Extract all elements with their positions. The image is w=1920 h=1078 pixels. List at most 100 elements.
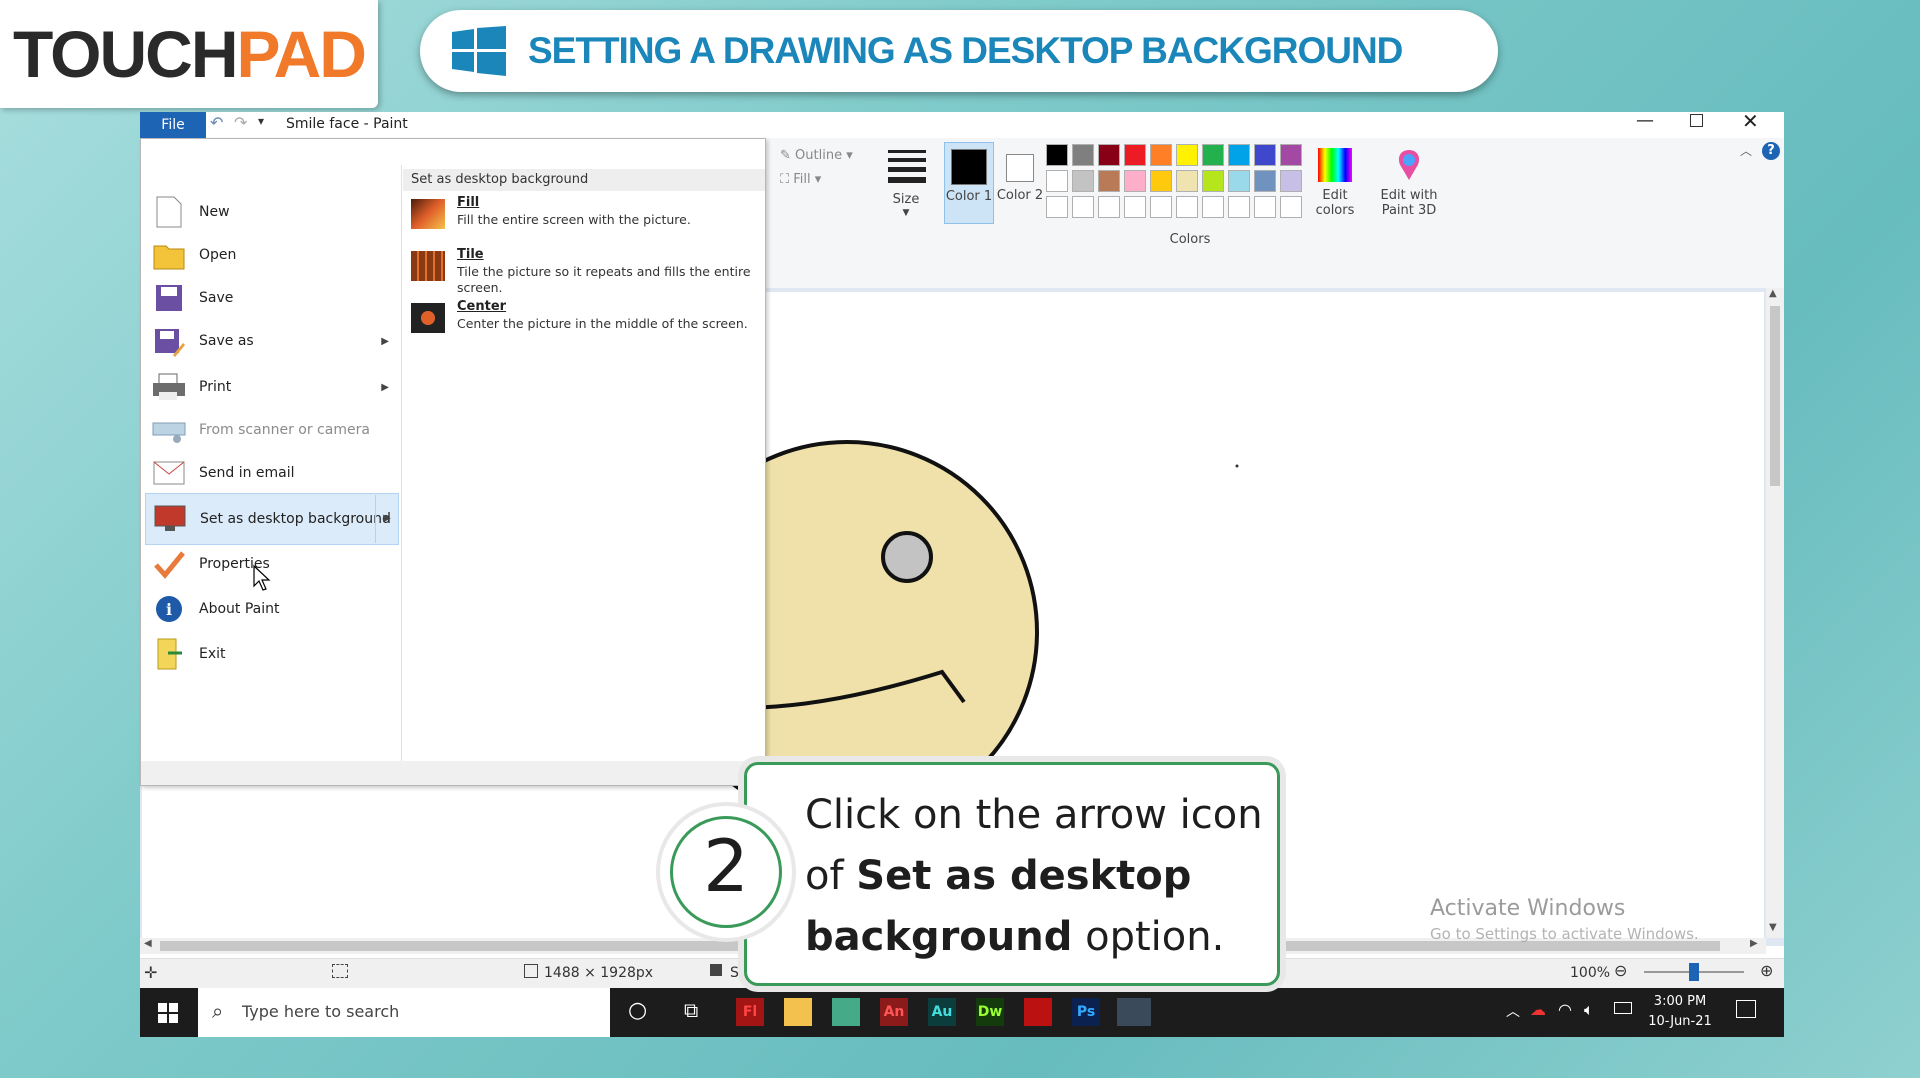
clock-time: 3:00 PM (1653, 994, 1707, 1009)
color2-button[interactable]: Color 2 (996, 142, 1044, 222)
zoom-in-icon[interactable]: ⊕ (1760, 961, 1773, 980)
palette-swatch[interactable] (1202, 170, 1224, 192)
taskbar-app-icon[interactable]: Fl (736, 998, 764, 1026)
vertical-scrollbar[interactable]: ▲ ▼ (1766, 288, 1784, 938)
edit-paint3d-button[interactable]: Edit with Paint 3D (1376, 142, 1442, 222)
desktop-background-option-tile[interactable]: Tile Tile the picture so it repeats and f… (411, 247, 751, 296)
file-menu-item-label: Save (199, 290, 234, 306)
palette-swatch[interactable] (1124, 170, 1146, 192)
volume-icon[interactable]: 🔈︎ (1584, 1000, 1594, 1020)
undo-icon[interactable]: ↶ (210, 113, 223, 132)
scroll-down-icon[interactable]: ▼ (1769, 922, 1777, 933)
option-title: Center (457, 299, 507, 314)
file-menu-footer (141, 761, 765, 785)
palette-swatch[interactable] (1228, 144, 1250, 166)
palette-custom-swatch[interactable] (1098, 196, 1120, 218)
option-description: Fill the entire screen with the picture. (457, 212, 691, 227)
palette-custom-swatch[interactable] (1046, 196, 1068, 218)
zoom-slider-thumb[interactable] (1689, 963, 1699, 981)
cortana-icon[interactable]: ○ (628, 998, 647, 1023)
palette-swatch[interactable] (1098, 144, 1120, 166)
fill-dropdown[interactable]: ⛶ Fill ▾ (780, 172, 821, 187)
palette-swatch[interactable] (1228, 170, 1250, 192)
color1-button[interactable]: Color 1 (944, 142, 994, 224)
palette-swatch[interactable] (1072, 144, 1094, 166)
palette-swatch[interactable] (1072, 170, 1094, 192)
edit-colors-button[interactable]: Edit colors (1310, 142, 1360, 222)
palette-custom-swatch[interactable] (1176, 196, 1198, 218)
palette-swatch[interactable] (1176, 170, 1198, 192)
taskbar-app-icon[interactable] (1024, 998, 1052, 1026)
collapse-ribbon-icon[interactable]: ︿ (1740, 142, 1752, 159)
palette-swatch[interactable] (1202, 144, 1224, 166)
palette-custom-swatch[interactable] (1072, 196, 1094, 218)
taskbar-app-icon[interactable] (1117, 998, 1151, 1026)
battery-icon[interactable] (1614, 1002, 1632, 1014)
palette-custom-swatch[interactable] (1124, 196, 1146, 218)
file-menu-item-exit[interactable]: Exit (145, 629, 397, 679)
taskbar-search-box[interactable]: ⌕ Type here to search (198, 988, 610, 1037)
outline-dropdown[interactable]: ✎ Outline ▾ (780, 148, 853, 163)
desktop-background-option-fill[interactable]: Fill Fill the entire screen with the pict… (411, 195, 751, 229)
scanner-icon (149, 410, 189, 450)
taskbar-app-icon[interactable] (784, 998, 812, 1026)
palette-swatch[interactable] (1280, 144, 1302, 166)
palette-swatch[interactable] (1046, 144, 1068, 166)
size-button[interactable]: Size ▼ (884, 144, 928, 224)
palette-swatch[interactable] (1176, 144, 1198, 166)
redo-icon[interactable]: ↷ (234, 113, 247, 132)
palette-custom-swatch[interactable] (1254, 196, 1276, 218)
palette-swatch[interactable] (1150, 144, 1172, 166)
image-dimensions: 1488 × 1928px (544, 965, 654, 981)
network-error-icon[interactable]: ☁ (1530, 1000, 1546, 1019)
close-icon[interactable]: ✕ (1742, 109, 1759, 133)
help-icon[interactable]: ? (1762, 142, 1780, 160)
option-description: Center the picture in the middle of the … (457, 316, 748, 331)
submenu-arrow-icon[interactable]: ▶ (375, 495, 398, 543)
task-view-icon[interactable]: ⧉ (684, 998, 698, 1022)
desktop-background-option-center[interactable]: Center Center the picture in the middle o… (411, 299, 751, 333)
zoom-level: 100% (1570, 965, 1611, 981)
scroll-left-icon[interactable]: ◀ (144, 938, 152, 949)
minimize-icon[interactable]: — (1636, 110, 1654, 131)
taskbar-app-icon[interactable] (832, 998, 860, 1026)
taskbar-app-icon[interactable]: Dw (976, 998, 1004, 1026)
palette-swatch[interactable] (1280, 170, 1302, 192)
zoom-out-icon[interactable]: ⊖ (1614, 961, 1627, 980)
clock[interactable]: 3:00 PM 10-Jun-21 (1640, 992, 1720, 1032)
color2-label: Color 2 (996, 188, 1044, 203)
palette-custom-swatch[interactable] (1280, 196, 1302, 218)
palette-custom-swatch[interactable] (1202, 196, 1224, 218)
palette-custom-swatch[interactable] (1228, 196, 1250, 218)
zoom-slider[interactable] (1644, 963, 1744, 981)
start-windows-icon[interactable] (158, 1003, 178, 1023)
file-menu-item-set-as-desktop-background[interactable]: Set as desktop background ▶ (145, 493, 399, 545)
wifi-icon[interactable]: ◠ (1558, 1000, 1572, 1019)
palette-swatch[interactable] (1254, 144, 1276, 166)
file-menu-item-send-in-email[interactable]: Send in email (145, 448, 397, 498)
palette-swatch[interactable] (1254, 170, 1276, 192)
taskbar-app-icon[interactable]: Ps (1072, 998, 1100, 1026)
palette-swatch[interactable] (1124, 144, 1146, 166)
clock-date: 10-Jun-21 (1648, 1014, 1712, 1029)
palette-swatch[interactable] (1046, 170, 1068, 192)
restore-icon[interactable] (1690, 114, 1703, 127)
file-menu-item-save-as[interactable]: Save as ▶ (145, 316, 397, 366)
file-menu-item-label: Set as desktop background (200, 511, 391, 527)
palette-swatch[interactable] (1150, 170, 1172, 192)
palette-custom-swatch[interactable] (1150, 196, 1172, 218)
submenu-arrow-icon[interactable]: ▶ (381, 336, 389, 347)
file-menu-item-label: Open (199, 247, 237, 263)
palette-swatch[interactable] (1098, 170, 1120, 192)
file-tab[interactable]: File (140, 112, 206, 138)
vertical-scroll-thumb[interactable] (1770, 306, 1780, 486)
taskbar-app-icon[interactable]: An (880, 998, 908, 1026)
file-size-icon (710, 964, 722, 976)
customize-qat-icon[interactable]: ▾ (258, 114, 264, 128)
taskbar-app-icon[interactable]: Au (928, 998, 956, 1026)
windows-logo-icon (452, 26, 506, 76)
action-center-icon[interactable] (1736, 1000, 1756, 1018)
tray-chevron-icon[interactable]: ︿ (1506, 1001, 1520, 1021)
scroll-up-icon[interactable]: ▲ (1769, 288, 1777, 299)
submenu-arrow-icon[interactable]: ▶ (381, 382, 389, 393)
